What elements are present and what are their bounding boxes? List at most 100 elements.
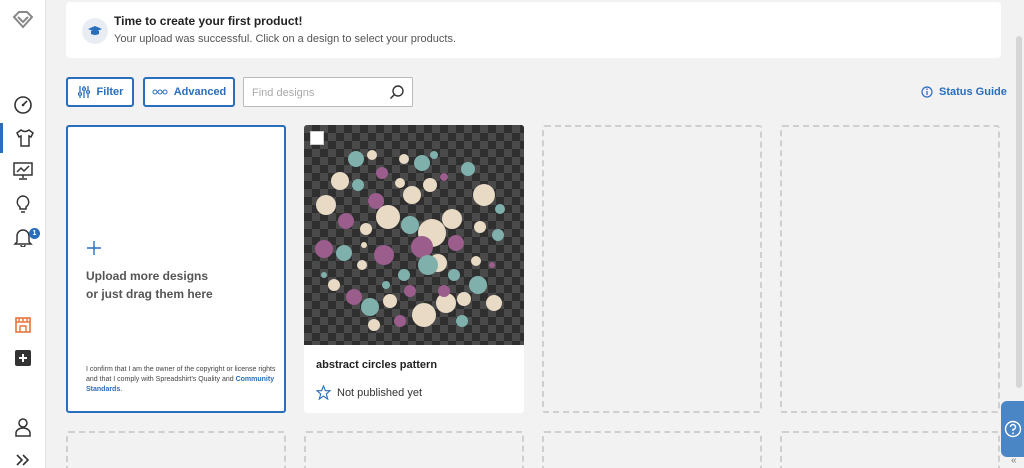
status-guide-link[interactable]: Status Guide <box>921 86 1007 98</box>
lightbulb-icon[interactable] <box>0 189 46 219</box>
artwork-circle <box>368 319 380 331</box>
design-status: Not published yet <box>316 385 422 400</box>
logo-icon[interactable] <box>0 5 46 35</box>
artwork-circle <box>412 303 436 327</box>
empty-design-slot <box>304 431 524 468</box>
artwork-circle <box>338 213 354 229</box>
banner-subtitle: Your upload was successful. Click on a d… <box>114 33 456 45</box>
artwork-circle <box>361 298 379 316</box>
artwork-circle <box>346 289 362 305</box>
artwork-circle <box>367 150 377 160</box>
artwork-circle <box>438 285 450 297</box>
search-box <box>243 77 413 107</box>
add-icon[interactable] <box>0 343 46 373</box>
artwork-circle <box>374 245 394 265</box>
info-banner: Time to create your first product! Your … <box>66 2 1001 58</box>
plus-icon <box>87 241 101 255</box>
design-title: abstract circles pattern <box>316 359 438 371</box>
artwork-circle <box>442 209 462 229</box>
artwork-circle <box>492 229 504 241</box>
shop-icon[interactable] <box>0 310 46 340</box>
artwork-circle <box>440 173 448 181</box>
help-icon <box>1004 420 1021 438</box>
artwork-circle <box>315 240 333 258</box>
empty-design-slot <box>542 431 762 468</box>
artwork-circle <box>430 151 438 159</box>
artwork-circle <box>383 294 397 308</box>
empty-design-slot <box>66 431 286 468</box>
design-card[interactable]: abstract circles pattern Not published y… <box>304 125 524 413</box>
design-select-checkbox[interactable] <box>310 131 324 145</box>
artwork-circle <box>321 272 327 278</box>
more-dots-icon <box>152 89 168 95</box>
sliders-icon <box>77 86 90 98</box>
artwork-circle <box>368 193 384 209</box>
artwork-circle <box>403 186 421 204</box>
artwork-circle <box>489 262 495 268</box>
artwork-circle <box>398 269 410 281</box>
artwork-circle <box>401 216 419 234</box>
tshirt-icon[interactable] <box>0 123 46 153</box>
filter-button[interactable]: Filter <box>66 77 134 107</box>
artwork-circle <box>328 279 340 291</box>
artwork-circle <box>423 178 437 192</box>
artwork-circle <box>474 221 486 233</box>
upload-line-2: or just drag them here <box>86 287 213 301</box>
artwork-circle <box>469 276 487 294</box>
artwork-circle <box>331 172 349 190</box>
expand-icon[interactable] <box>0 445 46 468</box>
empty-design-slot <box>542 125 762 413</box>
design-status-label: Not published yet <box>337 386 422 399</box>
abstract-circles-artwork <box>315 150 505 331</box>
artwork-circle <box>336 245 352 261</box>
graduation-cap-icon <box>82 18 108 44</box>
search-input[interactable] <box>252 84 382 102</box>
artwork-circle <box>360 223 372 235</box>
sidebar: 1 <box>0 0 46 468</box>
user-icon[interactable] <box>0 412 46 442</box>
artwork-circle <box>448 235 464 251</box>
upload-instructions: Upload more designs or just drag them he… <box>86 267 276 303</box>
artwork-circle <box>471 256 481 266</box>
artwork-circle <box>348 151 364 167</box>
empty-design-slot <box>780 431 1000 468</box>
design-thumbnail[interactable] <box>304 125 524 345</box>
artwork-circle <box>404 285 416 297</box>
artwork-circle <box>316 195 336 215</box>
artwork-circle <box>418 255 438 275</box>
page-scrollbar[interactable] <box>1016 36 1022 388</box>
upload-line-1: Upload more designs <box>86 269 209 283</box>
dashboard-icon[interactable] <box>0 90 46 120</box>
artwork-circle <box>361 242 367 248</box>
artwork-circle <box>395 178 405 188</box>
artwork-circle <box>473 184 495 206</box>
artwork-circle <box>448 269 460 281</box>
info-icon <box>921 86 933 98</box>
artwork-circle <box>495 204 505 214</box>
analytics-icon[interactable] <box>0 156 46 186</box>
artwork-circle <box>376 205 400 229</box>
advanced-label: Advanced <box>173 86 227 98</box>
artwork-circle <box>399 154 409 164</box>
empty-design-slot <box>780 125 1000 413</box>
help-button[interactable] <box>1001 401 1024 457</box>
artwork-circle <box>394 315 406 327</box>
artwork-circle <box>456 315 468 327</box>
status-guide-label: Status Guide <box>939 86 1007 98</box>
search-icon[interactable] <box>389 84 405 105</box>
advanced-button[interactable]: Advanced <box>143 77 235 107</box>
artwork-circle <box>414 155 430 171</box>
upload-dropzone[interactable]: Upload more designs or just drag them he… <box>66 125 286 413</box>
artwork-circle <box>486 295 502 311</box>
artwork-circle <box>457 292 471 306</box>
artwork-circle <box>411 236 433 258</box>
star-icon[interactable] <box>316 385 331 400</box>
filter-label: Filter <box>96 86 124 98</box>
collapse-icon[interactable]: « <box>1011 455 1017 466</box>
artwork-circle <box>461 162 475 176</box>
banner-title: Time to create your first product! <box>114 14 303 28</box>
notification-badge: 1 <box>29 228 40 239</box>
legal-notice: I confirm that I am the owner of the cop… <box>86 365 276 395</box>
legal-end: . <box>120 386 123 393</box>
bell-icon[interactable]: 1 <box>0 222 46 252</box>
